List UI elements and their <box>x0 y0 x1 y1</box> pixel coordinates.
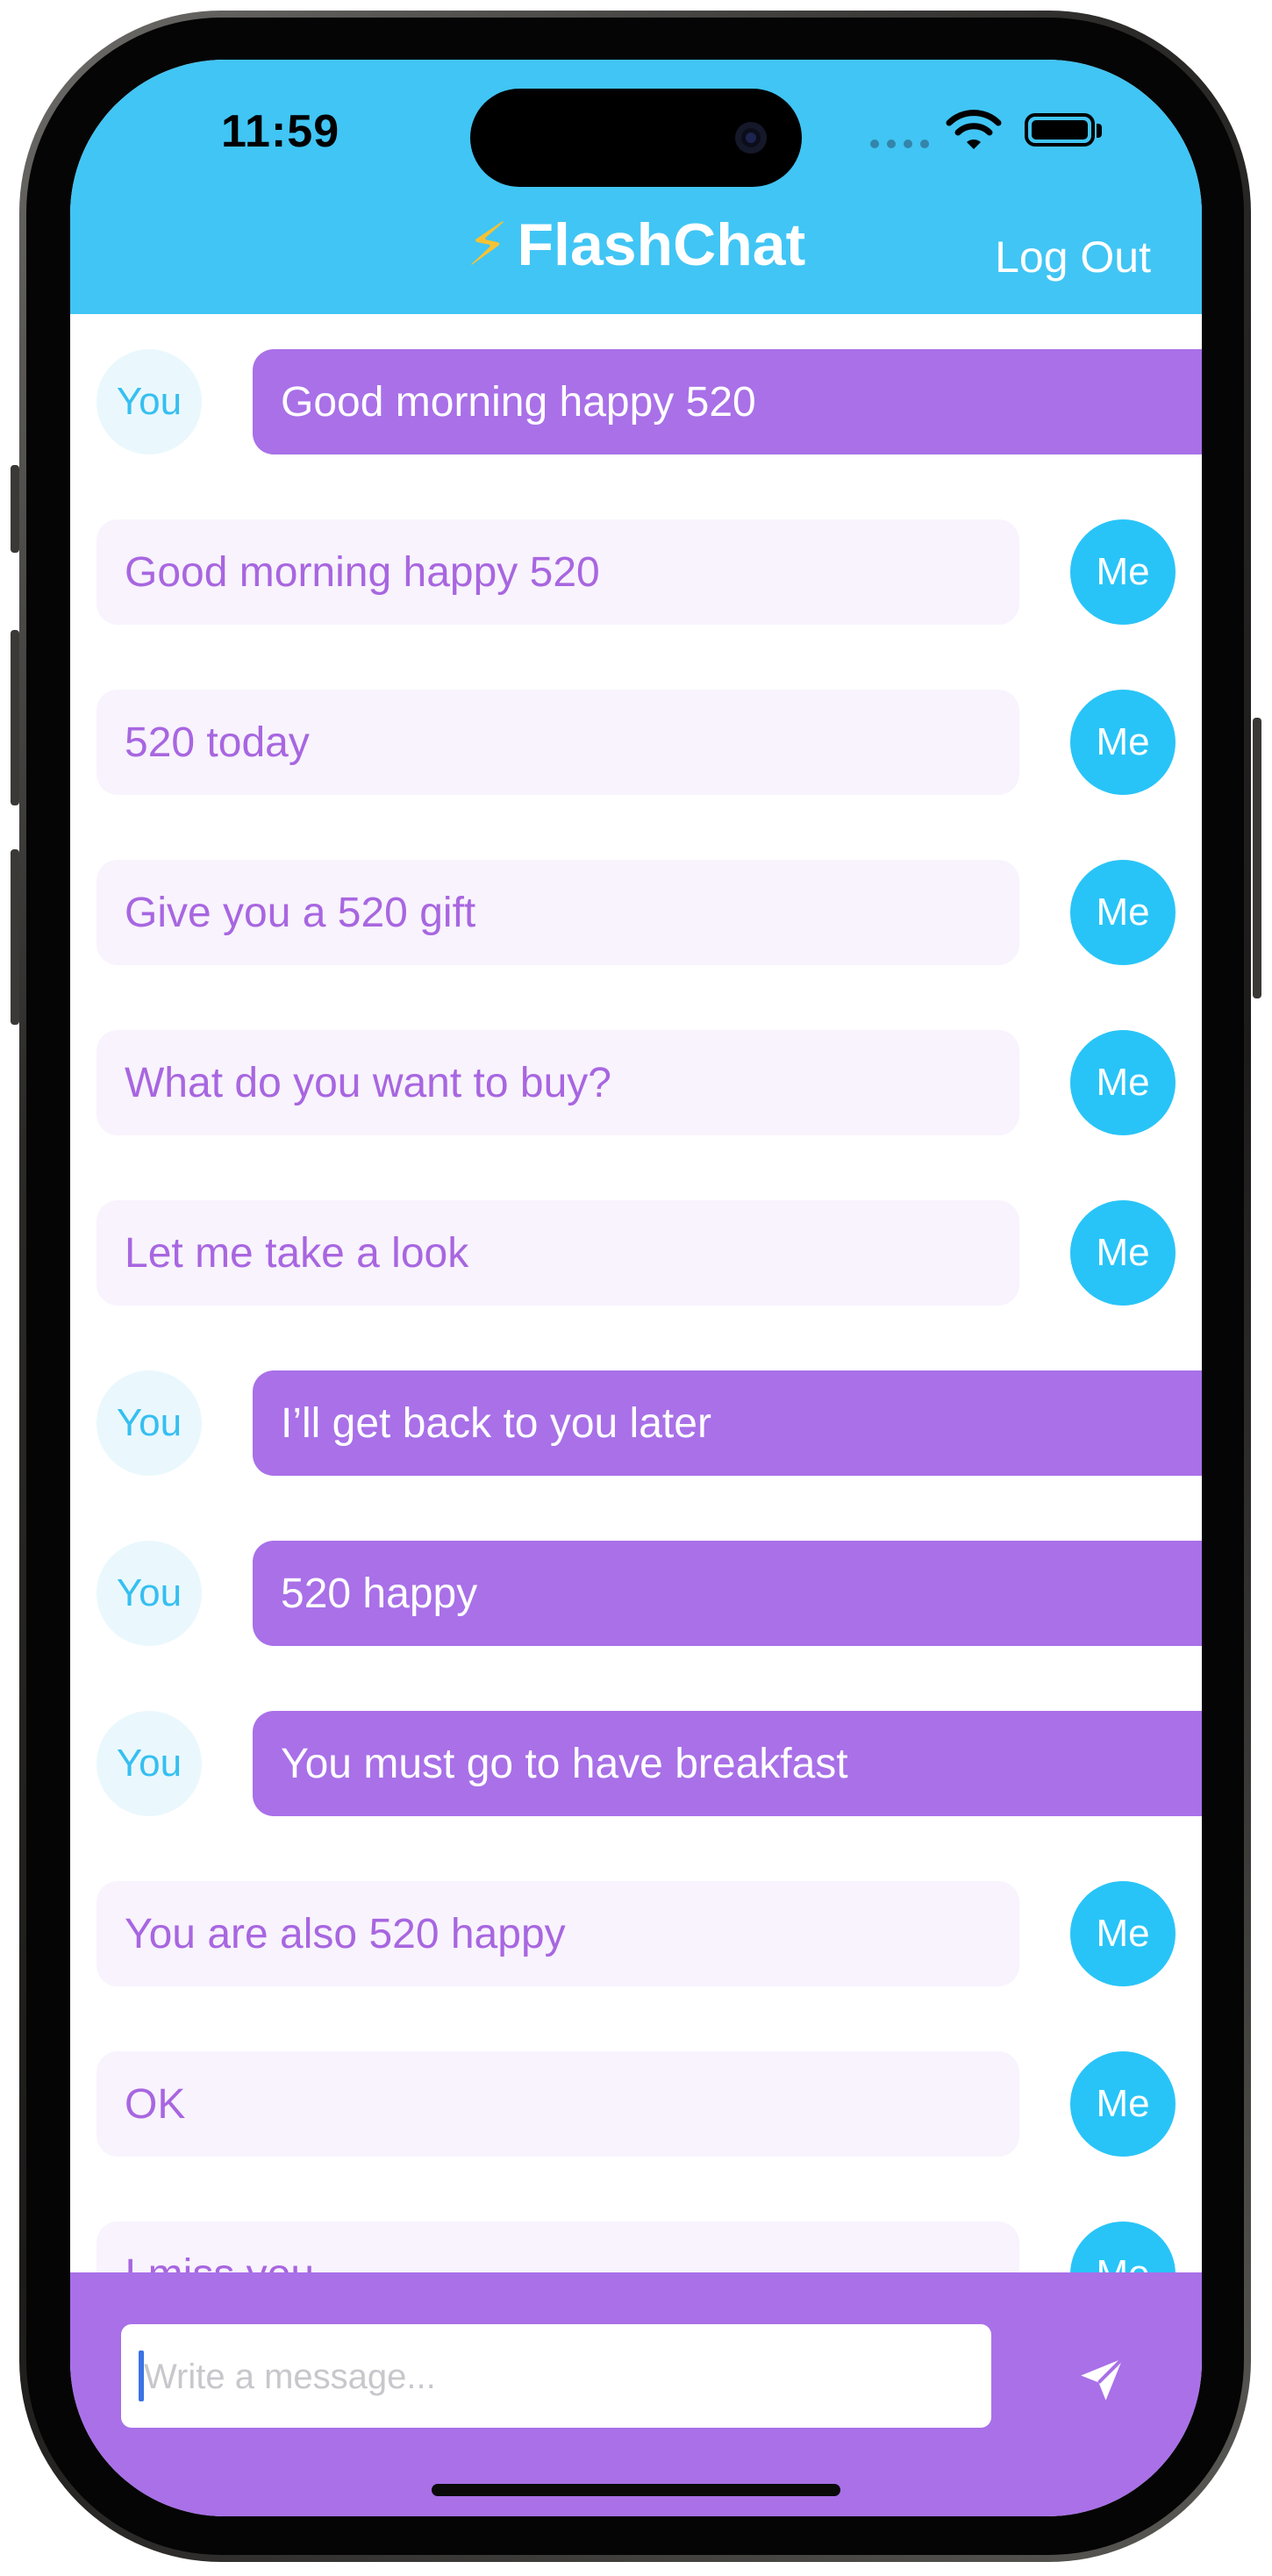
message-bubble[interactable]: 520 today <box>96 690 1019 795</box>
avatar-me: Me <box>1070 1881 1176 1986</box>
message-bubble[interactable]: Good morning happy 520 <box>253 349 1202 454</box>
message-bubble[interactable]: I’ll get back to you later <box>253 1370 1202 1476</box>
paper-plane-icon <box>1081 2357 1125 2401</box>
lightning-bolt-icon: ⚡ <box>466 211 509 278</box>
volume-up-button <box>11 630 19 805</box>
message-input-container[interactable] <box>121 2324 991 2429</box>
avatar-you: You <box>96 1370 202 1476</box>
avatar-me: Me <box>1070 860 1176 965</box>
logout-button[interactable]: Log Out <box>995 232 1151 283</box>
battery-icon <box>1025 113 1095 147</box>
message-row: Me Good morning happy 520 <box>70 519 1202 625</box>
avatar-me: Me <box>1070 1200 1176 1306</box>
message-composer <box>70 2272 1202 2516</box>
message-text: Good morning happy 520 <box>281 378 756 426</box>
message-text: 520 today <box>125 719 310 766</box>
message-text: OK <box>125 2080 186 2128</box>
action-button <box>11 465 19 553</box>
navigation-bar: 11:59 ⚡ FlashChat Log Out <box>70 60 1202 314</box>
message-bubble[interactable]: Let me take a look <box>96 1200 1019 1306</box>
message-text: 520 happy <box>281 1570 478 1617</box>
front-camera <box>735 122 767 154</box>
app-screen: You You Good morning happy 520 Me Good morni… <box>70 60 1202 2516</box>
cellular-signal-icon <box>870 140 929 148</box>
wifi-icon <box>946 110 1002 149</box>
message-bubble[interactable]: 520 happy <box>253 1541 1202 1646</box>
app-title-text: FlashChat <box>517 211 806 278</box>
message-text: Give you a 520 gift <box>125 889 476 936</box>
message-row: Me OK <box>70 2051 1202 2157</box>
volume-down-button <box>11 849 19 1025</box>
message-bubble[interactable]: OK <box>96 2051 1019 2157</box>
avatar-you: You <box>96 1711 202 1816</box>
message-row: You Good morning happy 520 <box>70 349 1202 454</box>
avatar-me: Me <box>1070 1030 1176 1135</box>
message-text: Let me take a look <box>125 1229 469 1277</box>
home-indicator <box>432 2484 840 2496</box>
message-text: What do you want to buy? <box>125 1059 611 1106</box>
avatar-me: Me <box>1070 690 1176 795</box>
avatar-me: Me <box>1070 519 1176 625</box>
message-row: Me Let me take a look <box>70 1200 1202 1306</box>
avatar-you: You <box>96 1541 202 1646</box>
avatar-me: Me <box>1070 2051 1176 2157</box>
status-time: 11:59 <box>221 106 340 157</box>
message-row: Me Give you a 520 gift <box>70 860 1202 965</box>
message-row: Me What do you want to buy? <box>70 1030 1202 1135</box>
message-text: I’ll get back to you later <box>281 1399 711 1447</box>
message-bubble[interactable]: You must go to have breakfast <box>253 1711 1202 1816</box>
message-row: You You must go to have breakfast <box>70 1711 1202 1816</box>
dynamic-island <box>470 89 802 187</box>
message-bubble[interactable]: Good morning happy 520 <box>96 519 1019 625</box>
message-text: Good morning happy 520 <box>125 548 600 596</box>
message-text: You must go to have breakfast <box>281 1740 848 1787</box>
avatar-you: You <box>96 349 202 454</box>
send-button[interactable] <box>1067 2344 1137 2415</box>
message-row: Me You are also 520 happy <box>70 1881 1202 1986</box>
message-row: Me 520 today <box>70 690 1202 795</box>
message-bubble[interactable]: What do you want to buy? <box>96 1030 1019 1135</box>
power-button <box>1253 718 1261 998</box>
message-row: You 520 happy <box>70 1541 1202 1646</box>
message-bubble[interactable]: Give you a 520 gift <box>96 860 1019 965</box>
message-input[interactable] <box>142 2324 979 2429</box>
message-bubble[interactable]: You are also 520 happy <box>96 1881 1019 1986</box>
message-row: You I’ll get back to you later <box>70 1370 1202 1476</box>
message-list[interactable]: You You Good morning happy 520 Me Good morni… <box>70 60 1202 2327</box>
message-text: You are also 520 happy <box>125 1910 566 1957</box>
